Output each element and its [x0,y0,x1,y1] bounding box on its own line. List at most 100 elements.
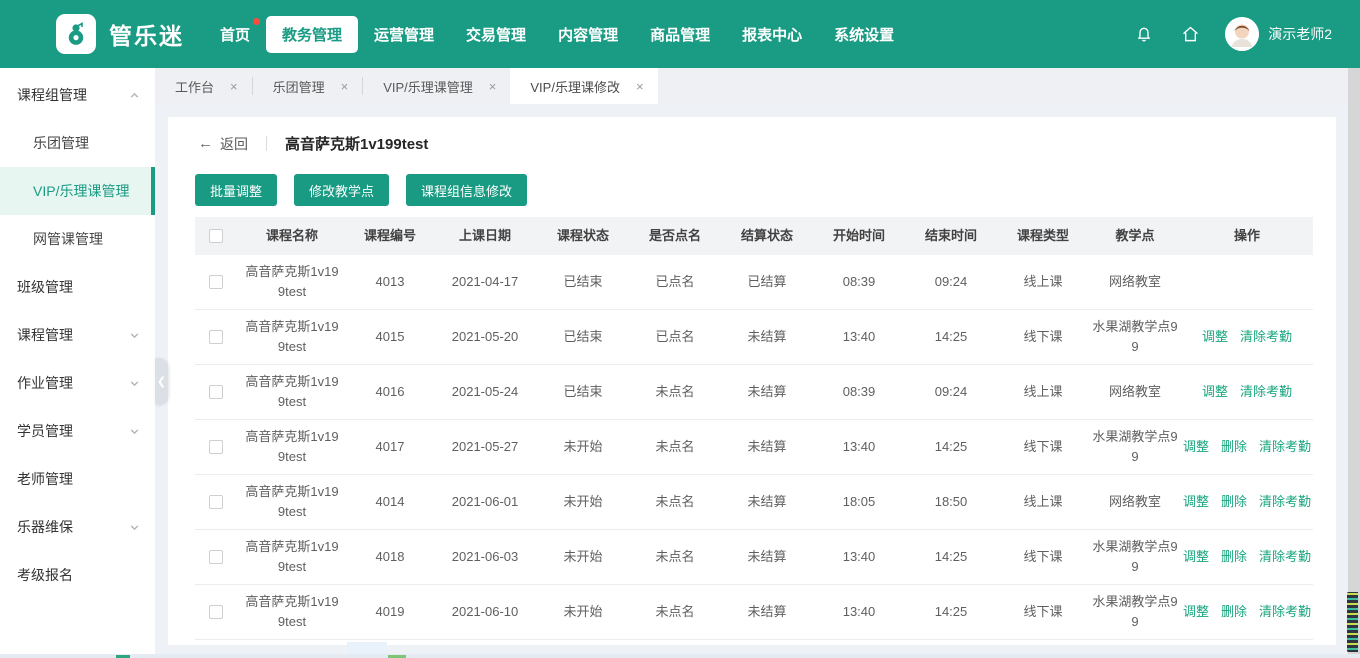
back-button[interactable]: ← 返回 [198,134,248,154]
cell-course-name: 高音萨克斯1v199test [237,317,347,357]
change-location-button[interactable]: 修改教学点 [294,174,390,206]
cell-status: 已结束 [563,273,603,289]
cell-settlement: 未结算 [747,548,787,564]
nav-item-8[interactable]: 系统设置 [818,16,910,53]
sidebar-subitem-label: 乐团管理 [33,135,89,151]
cell-end-time: 09:24 [934,273,968,289]
tab-close-icon[interactable]: × [489,80,497,93]
action-adjust-link[interactable]: 调整 [1202,327,1228,347]
table-row: 高音萨克斯1v199test 4016 2021-05-24 已结束 未点名 未结算 08:… [195,365,1313,420]
tab-label: 乐团管理 [272,79,325,95]
action-clear-attendance-link[interactable]: 清除考勤 [1259,602,1311,622]
cell-status: 未开始 [563,493,603,509]
location-text: 网络教室 [1108,273,1161,289]
sidebar-item-7[interactable]: 乐器维保 [0,503,155,551]
chevron-down-icon [129,522,140,533]
action-clear-attendance-link[interactable]: 清除考勤 [1259,492,1311,512]
row-checkbox[interactable] [209,550,223,564]
nav-item-6[interactable]: 商品管理 [634,16,726,53]
nav-item-label: 交易管理 [466,26,527,44]
cell-status: 已结束 [563,328,603,344]
scrollbar-minimap-widget[interactable] [1345,588,1360,656]
sidebar-subitem-1-1[interactable]: 乐团管理 [0,119,155,167]
cell-actions: 调整 删除 清除考勤 [1181,602,1313,622]
sidebar-item-6[interactable]: 老师管理 [0,455,155,503]
action-delete-link[interactable]: 删除 [1221,602,1247,622]
tab-close-icon[interactable]: × [341,80,349,93]
row-checkbox[interactable] [209,440,223,454]
row-checkbox-cell [195,275,237,289]
column-header-2: 课程编号 [363,227,416,243]
sidebar-subitem-1-3[interactable]: 网管课管理 [0,215,155,263]
action-clear-attendance-link[interactable]: 清除考勤 [1240,382,1292,402]
nav-item-3[interactable]: 运营管理 [358,16,450,53]
column-header-3: 上课日期 [458,227,511,243]
sidebar-item-label: 作业管理 [17,375,73,391]
cell-start-time: 13:40 [842,328,876,344]
action-clear-attendance-link[interactable]: 清除考勤 [1259,547,1311,567]
action-adjust-link[interactable]: 调整 [1183,437,1209,457]
nav-item-5[interactable]: 内容管理 [542,16,634,53]
cell-course-code: 4019 [375,603,405,619]
page-title: 高音萨克斯1v199test [285,136,429,153]
tab-2[interactable]: 乐团管理 × [253,68,363,104]
tab-close-icon[interactable]: × [636,80,644,93]
user-menu[interactable]: 演示老师2 [1225,17,1332,51]
sidebar-item-1[interactable]: 课程组管理 [0,71,155,119]
action-clear-attendance-link[interactable]: 清除考勤 [1240,327,1292,347]
row-checkbox[interactable] [209,330,223,344]
notification-dot [253,17,261,25]
sidebar-subitem-label: 网管课管理 [33,231,103,247]
sidebar-collapse-handle[interactable]: ❮ [155,358,168,404]
sidebar-subitem-1-2[interactable]: VIP/乐理课管理 [0,167,155,215]
cell-actions: 调整 删除 清除考勤 [1181,547,1313,567]
tab-1[interactable]: 工作台 × [155,68,252,104]
action-adjust-link[interactable]: 调整 [1183,492,1209,512]
sidebar-item-8[interactable]: 考级报名 [0,551,155,599]
app-logo[interactable] [56,14,96,54]
action-adjust-link[interactable]: 调整 [1202,382,1228,402]
cell-location: 水果湖教学点99 [1089,317,1181,357]
notifications-bell-icon[interactable] [1133,23,1155,45]
sidebar-item-5[interactable]: 学员管理 [0,407,155,455]
edit-course-group-button[interactable]: 课程组信息修改 [406,174,528,206]
cell-course-type: 线下课 [1023,328,1063,344]
row-checkbox[interactable] [209,495,223,509]
sidebar-item-3[interactable]: 课程管理 [0,311,155,359]
sidebar-item-4[interactable]: 作业管理 [0,359,155,407]
sidebar-subitem-label: VIP/乐理课管理 [33,183,130,199]
vertical-scrollbar[interactable] [1348,68,1360,658]
select-all-checkbox[interactable] [209,229,223,243]
nav-item-4[interactable]: 交易管理 [450,16,542,53]
action-delete-link[interactable]: 删除 [1221,437,1247,457]
cell-end-time: 14:25 [934,548,968,564]
action-clear-attendance-link[interactable]: 清除考勤 [1259,437,1311,457]
nav-item-2[interactable]: 教务管理 [266,15,359,53]
row-checkbox[interactable] [209,275,223,289]
nav-item-label: 系统设置 [834,26,895,44]
row-checkbox[interactable] [209,385,223,399]
nav-item-1[interactable]: 首页 [204,16,266,53]
home-icon[interactable] [1179,23,1201,45]
action-adjust-link[interactable]: 调整 [1183,547,1209,567]
nav-item-7[interactable]: 报表中心 [726,16,818,53]
action-delete-link[interactable]: 删除 [1221,547,1247,567]
back-arrow-icon: ← [198,135,213,152]
sidebar-item-label: 课程管理 [17,327,73,343]
tab-3[interactable]: VIP/乐理课管理 × [363,68,510,104]
tab-close-icon[interactable]: × [230,80,238,93]
cell-actions: 调整 删除 清除考勤 [1181,437,1313,457]
cell-date: 2021-05-27 [451,438,519,454]
batch-adjust-button[interactable]: 批量调整 [195,174,278,206]
action-adjust-link[interactable]: 调整 [1183,602,1209,622]
nav-item-label: 商品管理 [650,26,711,44]
cell-end-time: 18:50 [934,493,968,509]
sidebar-item-label: 乐器维保 [17,519,73,535]
nav-item-label: 运营管理 [374,26,435,44]
tab-4[interactable]: VIP/乐理课修改 × [510,68,658,104]
sidebar-item-2[interactable]: 班级管理 [0,263,155,311]
row-checkbox[interactable] [209,605,223,619]
nav-item-label: 教务管理 [282,26,343,44]
cell-actions: 调整 清除考勤 [1181,327,1313,347]
action-delete-link[interactable]: 删除 [1221,492,1247,512]
